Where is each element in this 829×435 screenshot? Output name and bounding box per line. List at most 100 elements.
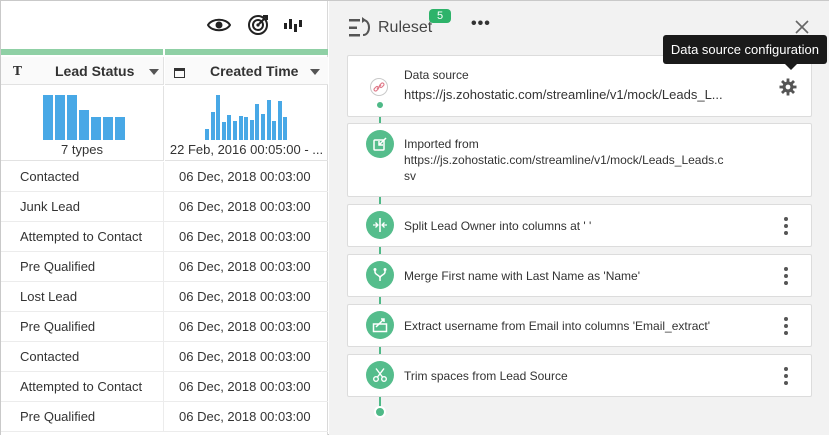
cell-created-time[interactable]: 06 Dec, 2018 00:03:00 — [164, 342, 328, 371]
rule-step-detail: sv — [404, 169, 416, 183]
table-row[interactable]: Attempted to Contact 06 Dec, 2018 00:03:0… — [1, 222, 328, 252]
kebab-menu-icon[interactable] — [779, 217, 793, 235]
split-icon — [366, 211, 394, 239]
rule-step-label: Trim spaces from Lead Source — [404, 369, 568, 383]
merge-icon — [366, 261, 394, 289]
histogram-created-time[interactable]: 22 Feb, 2016 00:05:00 - ... — [165, 86, 328, 161]
table-row[interactable]: Junk Lead 06 Dec, 2018 00:03:00 — [1, 192, 328, 222]
trim-icon — [366, 361, 394, 389]
histogram-bar[interactable] — [227, 115, 232, 140]
eye-icon[interactable] — [206, 13, 232, 37]
caret-down-icon[interactable] — [149, 69, 159, 75]
table-row[interactable]: Lost Lead 06 Dec, 2018 00:03:00 — [1, 282, 328, 312]
gear-icon[interactable] — [779, 78, 797, 96]
timeline-dot — [377, 102, 383, 108]
column-header-lead-status[interactable]: T Lead Status — [1, 57, 164, 85]
ruleset-panel: Ruleset 5 ••• Data source https://js.zoh… — [329, 1, 829, 435]
cell-created-time[interactable]: 06 Dec, 2018 00:03:00 — [164, 192, 328, 221]
table-row[interactable]: Contacted 06 Dec, 2018 00:03:00 — [1, 342, 328, 372]
cell-created-time[interactable]: 06 Dec, 2018 00:03:00 — [164, 222, 328, 251]
histogram-bar[interactable] — [238, 116, 243, 140]
more-options-icon[interactable]: ••• — [471, 15, 491, 33]
histogram-bar[interactable] — [205, 129, 209, 140]
rule-step-merge[interactable]: Merge First name with Last Name as 'Name… — [347, 254, 812, 297]
histogram-bar[interactable] — [255, 104, 260, 140]
table-row[interactable]: Pre Qualified 06 Dec, 2018 00:03:00 — [1, 252, 328, 282]
data-source-card[interactable]: Data source https://js.zohostatic.com/st… — [347, 55, 812, 117]
histogram-bar[interactable] — [221, 122, 226, 140]
column-name: Lead Status — [55, 62, 135, 79]
grid-toolbar — [1, 1, 328, 49]
histogram-bar[interactable] — [115, 117, 125, 140]
rule-step-detail: https://js.zohostatic.com/streamline/v1/… — [404, 153, 724, 167]
rule-step-trim[interactable]: Trim spaces from Lead Source — [347, 354, 812, 397]
histogram-bar[interactable] — [79, 110, 89, 140]
histogram-bar[interactable] — [283, 117, 288, 140]
histogram-bar[interactable] — [266, 100, 271, 140]
histogram-bar[interactable] — [55, 95, 65, 140]
kebab-menu-icon[interactable] — [779, 317, 793, 335]
cell-lead-status[interactable]: Pre Qualified — [1, 252, 164, 281]
kebab-menu-icon[interactable] — [779, 267, 793, 285]
table-row[interactable]: Contacted 06 Dec, 2018 00:03:00 — [1, 162, 328, 192]
tooltip: Data source configuration — [662, 35, 827, 70]
cell-created-time[interactable]: 06 Dec, 2018 00:03:00 — [164, 372, 328, 401]
ruleset-icon — [349, 17, 373, 39]
cell-lead-status[interactable]: Pre Qualified — [1, 312, 164, 341]
cell-lead-status[interactable]: Attempted to Contact — [1, 222, 164, 251]
chart-bars-icon[interactable] — [281, 13, 307, 37]
cell-created-time[interactable]: 06 Dec, 2018 00:03:00 — [164, 252, 328, 281]
target-icon[interactable] — [245, 13, 271, 37]
histogram-bar[interactable] — [216, 95, 221, 140]
cell-lead-status[interactable]: Junk Lead — [1, 192, 164, 221]
cell-created-time[interactable]: 06 Dec, 2018 00:03:00 — [164, 402, 328, 431]
histogram-bar[interactable] — [261, 114, 265, 140]
cell-lead-status[interactable]: Pre Qualified — [1, 402, 164, 431]
rule-step-label: Split Lead Owner into columns at ' ' — [404, 219, 592, 233]
histogram-bar[interactable] — [277, 101, 282, 140]
link-icon — [370, 78, 388, 96]
cell-lead-status[interactable]: Contacted — [1, 162, 164, 191]
histogram-bar[interactable] — [67, 95, 77, 140]
cell-lead-status[interactable]: Attempted to Contact — [1, 372, 164, 401]
histogram-bar[interactable] — [244, 117, 249, 140]
histogram-lead-status[interactable]: 7 types — [1, 86, 164, 161]
column-quality-bar — [1, 49, 328, 55]
cell-created-time[interactable]: 06 Dec, 2018 00:03:00 — [164, 162, 328, 191]
rule-step-label: Merge First name with Last Name as 'Name… — [404, 269, 640, 283]
table-row[interactable]: Pre Qualified 06 Dec, 2018 00:03:00 — [1, 312, 328, 342]
histogram-bar[interactable] — [233, 121, 237, 140]
rule-count-badge: 5 — [429, 9, 451, 23]
text-type-icon: T — [13, 63, 22, 78]
timeline-end-dot — [374, 406, 386, 418]
column-name: Created Time — [210, 62, 299, 79]
column-header-created-time[interactable]: Created Time — [165, 57, 328, 85]
histogram-summary: 22 Feb, 2016 00:05:00 - ... — [169, 142, 324, 157]
calendar-icon — [174, 65, 185, 81]
grid-rows: Contacted 06 Dec, 2018 00:03:00 Junk Lead 0… — [1, 162, 328, 432]
rule-step-import[interactable]: Imported from https://js.zohostatic.com/… — [347, 123, 812, 197]
cell-lead-status[interactable]: Contacted — [1, 342, 164, 371]
kebab-menu-icon[interactable] — [779, 367, 793, 385]
table-row[interactable]: Pre Qualified 06 Dec, 2018 00:03:00 — [1, 402, 328, 432]
table-row[interactable]: Attempted to Contact 06 Dec, 2018 00:03:0… — [1, 372, 328, 402]
histogram-bar[interactable] — [210, 112, 215, 140]
caret-down-icon[interactable] — [310, 69, 320, 75]
rule-step-extract[interactable]: Extract username from Email into columns… — [347, 304, 812, 347]
histogram-bar[interactable] — [43, 95, 53, 140]
histogram-summary: 7 types — [61, 142, 103, 157]
close-icon[interactable] — [794, 19, 810, 35]
histogram-bar[interactable] — [91, 117, 101, 140]
rule-step-label: Extract username from Email into columns… — [404, 319, 711, 333]
extract-icon — [366, 311, 394, 339]
histogram-bar[interactable] — [103, 117, 113, 140]
cell-lead-status[interactable]: Lost Lead — [1, 282, 164, 311]
histogram-bar[interactable] — [272, 121, 277, 140]
rule-step-split[interactable]: Split Lead Owner into columns at ' ' — [347, 204, 812, 247]
cell-created-time[interactable]: 06 Dec, 2018 00:03:00 — [164, 312, 328, 341]
rule-step-label: Imported from — [404, 137, 479, 151]
data-grid-pane: T Lead Status Created Time 7 types 22 Fe… — [1, 1, 328, 435]
cell-created-time[interactable]: 06 Dec, 2018 00:03:00 — [164, 282, 328, 311]
histogram-bar[interactable] — [249, 120, 254, 140]
ruleset-title: Ruleset — [378, 19, 433, 36]
